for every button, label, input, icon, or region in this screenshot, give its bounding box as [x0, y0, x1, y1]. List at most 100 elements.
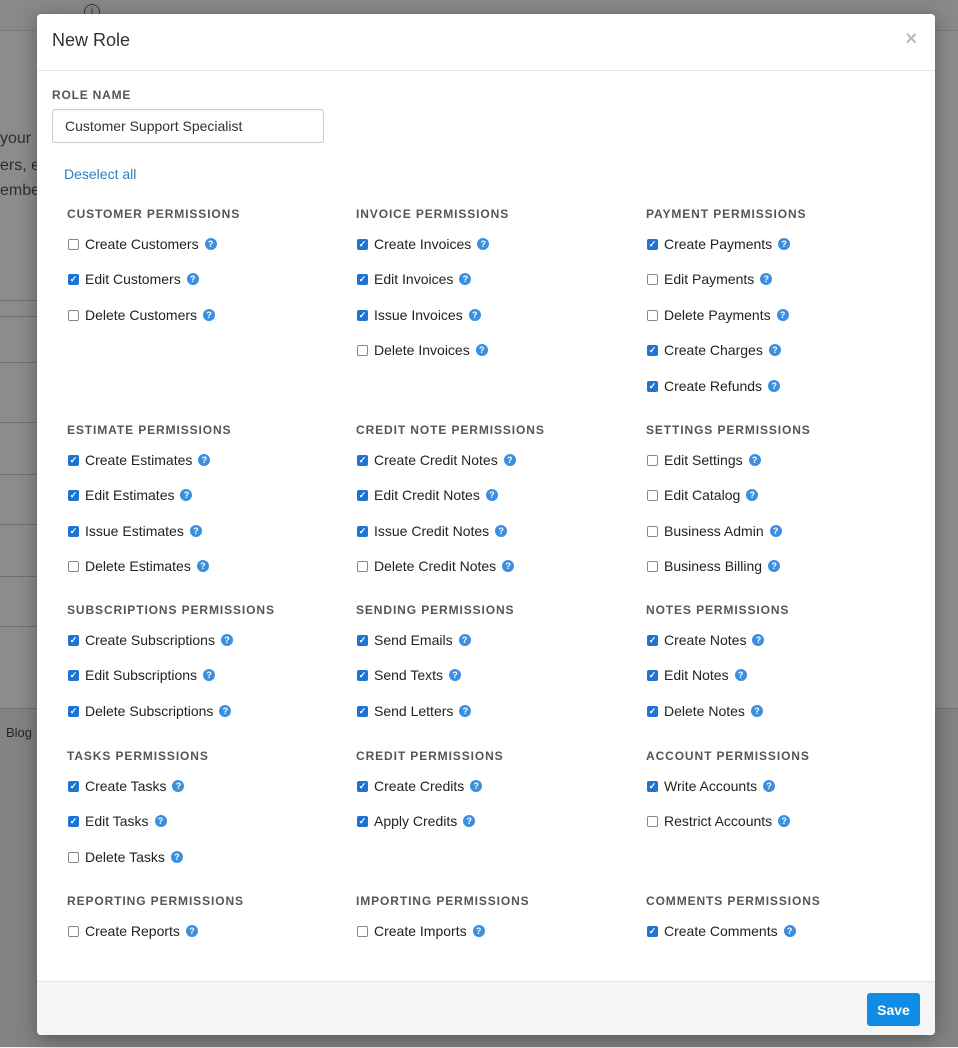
permission-label[interactable]: Create Payments [664, 236, 772, 252]
permission-label[interactable]: Delete Credit Notes [374, 558, 496, 574]
permission-label[interactable]: Delete Payments [664, 307, 771, 323]
permission-label[interactable]: Create Estimates [85, 452, 192, 468]
help-icon[interactable]: ? [185, 925, 198, 937]
help-icon[interactable]: ? [196, 560, 209, 572]
permission-label[interactable]: Create Imports [374, 923, 467, 939]
help-icon[interactable]: ? [763, 780, 776, 792]
permission-item[interactable]: Create Comments? [646, 921, 796, 941]
help-icon[interactable]: ? [768, 380, 781, 392]
help-icon[interactable]: ? [752, 634, 765, 646]
permission-item[interactable]: Write Accounts? [646, 776, 776, 796]
help-icon[interactable]: ? [769, 525, 782, 537]
permission-checkbox[interactable] [68, 560, 79, 572]
permission-item[interactable]: Create Estimates? [67, 450, 211, 470]
permission-checkbox[interactable] [68, 705, 79, 717]
permission-checkbox[interactable] [647, 273, 658, 285]
permission-checkbox[interactable] [647, 454, 658, 466]
permission-label[interactable]: Edit Settings [664, 452, 743, 468]
permission-item[interactable]: Create Invoices? [356, 234, 490, 254]
permission-checkbox[interactable] [357, 815, 368, 827]
permission-item[interactable]: Create Credits? [356, 776, 483, 796]
help-icon[interactable]: ? [503, 454, 516, 466]
permission-label[interactable]: Create Credit Notes [374, 452, 498, 468]
help-icon[interactable]: ? [170, 851, 183, 863]
permission-item[interactable]: Create Customers? [67, 234, 217, 254]
help-icon[interactable]: ? [458, 634, 471, 646]
deselect-all-link[interactable]: Deselect all [64, 166, 136, 182]
permission-item[interactable]: Edit Invoices? [356, 269, 472, 289]
permission-item[interactable]: Delete Tasks? [67, 847, 183, 867]
help-icon[interactable]: ? [750, 705, 763, 717]
permission-item[interactable]: Edit Notes? [646, 665, 747, 685]
help-icon[interactable]: ? [768, 344, 781, 356]
help-icon[interactable]: ? [220, 634, 233, 646]
role-name-input[interactable] [52, 109, 324, 143]
permission-checkbox[interactable] [357, 454, 368, 466]
permission-label[interactable]: Create Charges [664, 342, 763, 358]
permission-item[interactable]: Delete Customers? [67, 305, 216, 325]
help-icon[interactable]: ? [463, 815, 476, 827]
permission-label[interactable]: Create Invoices [374, 236, 471, 252]
permission-checkbox[interactable] [647, 705, 658, 717]
permission-checkbox[interactable] [647, 780, 658, 792]
help-icon[interactable]: ? [459, 273, 472, 285]
help-icon[interactable]: ? [204, 238, 217, 250]
permission-label[interactable]: Edit Customers [85, 271, 181, 287]
help-icon[interactable]: ? [748, 454, 761, 466]
permission-label[interactable]: Delete Customers [85, 307, 197, 323]
permission-item[interactable]: Send Letters? [356, 701, 472, 721]
permission-label[interactable]: Edit Estimates [85, 487, 174, 503]
help-icon[interactable]: ? [485, 489, 498, 501]
permission-label[interactable]: Create Comments [664, 923, 778, 939]
permission-item[interactable]: Edit Settings? [646, 450, 761, 470]
help-icon[interactable]: ? [475, 344, 488, 356]
permission-label[interactable]: Delete Invoices [374, 342, 470, 358]
permission-item[interactable]: Create Tasks? [67, 776, 185, 796]
permission-checkbox[interactable] [357, 780, 368, 792]
permission-item[interactable]: Create Subscriptions? [67, 630, 233, 650]
help-icon[interactable]: ? [186, 273, 199, 285]
permission-checkbox[interactable] [68, 309, 79, 321]
help-icon[interactable]: ? [477, 238, 490, 250]
permission-checkbox[interactable] [647, 380, 658, 392]
permission-label[interactable]: Edit Notes [664, 667, 729, 683]
help-icon[interactable]: ? [198, 454, 211, 466]
help-icon[interactable]: ? [449, 669, 462, 681]
permission-label[interactable]: Create Notes [664, 632, 746, 648]
permission-item[interactable]: Delete Estimates? [67, 556, 209, 576]
help-icon[interactable]: ? [203, 309, 216, 321]
permission-checkbox[interactable] [357, 669, 368, 681]
permission-label[interactable]: Delete Notes [664, 703, 745, 719]
permission-label[interactable]: Send Letters [374, 703, 453, 719]
permission-checkbox[interactable] [647, 634, 658, 646]
permission-item[interactable]: Apply Credits? [356, 811, 476, 831]
permission-checkbox[interactable] [68, 273, 79, 285]
permission-label[interactable]: Edit Catalog [664, 487, 740, 503]
help-icon[interactable]: ? [776, 309, 789, 321]
help-icon[interactable]: ? [783, 925, 796, 937]
permission-label[interactable]: Create Credits [374, 778, 464, 794]
permission-checkbox[interactable] [68, 815, 79, 827]
permission-label[interactable]: Create Customers [85, 236, 199, 252]
permission-item[interactable]: Issue Credit Notes? [356, 521, 508, 541]
permission-item[interactable]: Delete Credit Notes? [356, 556, 515, 576]
permission-item[interactable]: Restrict Accounts? [646, 811, 791, 831]
permission-label[interactable]: Delete Tasks [85, 849, 165, 865]
permission-label[interactable]: Create Tasks [85, 778, 166, 794]
help-icon[interactable]: ? [219, 705, 232, 717]
help-icon[interactable]: ? [154, 815, 167, 827]
help-icon[interactable]: ? [768, 560, 781, 572]
help-icon[interactable]: ? [172, 780, 185, 792]
permission-item[interactable]: Delete Notes? [646, 701, 763, 721]
permission-checkbox[interactable] [68, 489, 79, 501]
permission-checkbox[interactable] [68, 238, 79, 250]
permission-checkbox[interactable] [68, 634, 79, 646]
permission-checkbox[interactable] [357, 525, 368, 537]
permission-checkbox[interactable] [357, 309, 368, 321]
permission-checkbox[interactable] [68, 925, 79, 937]
help-icon[interactable]: ? [746, 489, 759, 501]
help-icon[interactable]: ? [760, 273, 773, 285]
permission-checkbox[interactable] [647, 560, 658, 572]
permission-item[interactable]: Edit Tasks? [67, 811, 167, 831]
permission-label[interactable]: Send Emails [374, 632, 453, 648]
